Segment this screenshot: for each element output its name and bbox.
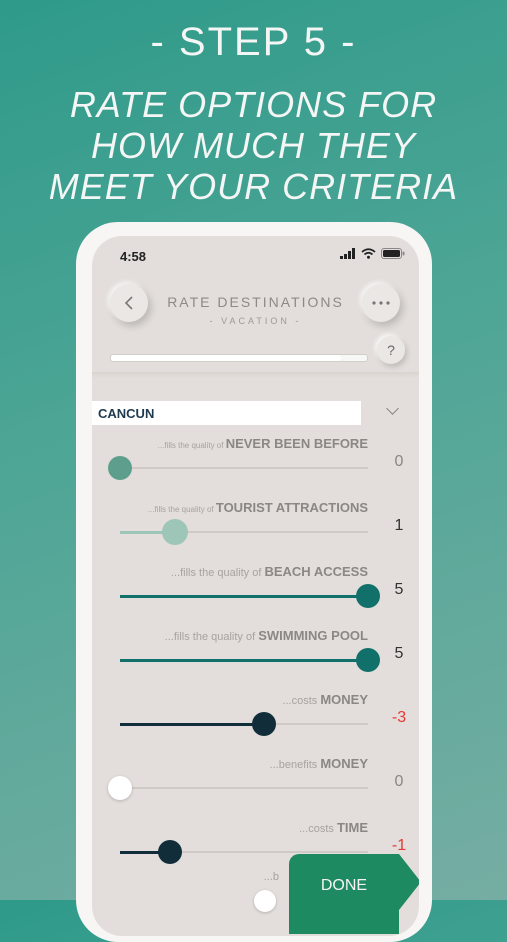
- status-icons: [340, 248, 405, 259]
- criteria-row: ...fills the quality of SWIMMING POOL 5: [92, 628, 419, 692]
- signal-icon: [340, 248, 355, 259]
- chevron-down-icon[interactable]: [386, 402, 399, 415]
- ellipsis-icon: [372, 301, 390, 305]
- promo-step-title: - STEP 5 -: [150, 20, 357, 64]
- slider-track[interactable]: [120, 787, 368, 789]
- rating-value: 5: [394, 581, 404, 598]
- rating-value: -3: [391, 709, 407, 726]
- criteria-label: ...benefits MONEY: [269, 756, 368, 771]
- battery-icon: [381, 248, 405, 259]
- slider-track[interactable]: [120, 659, 368, 662]
- slider-knob[interactable]: [356, 648, 380, 672]
- slider-knob[interactable]: [108, 776, 132, 800]
- rating-value: 1: [394, 517, 404, 534]
- slider-knob[interactable]: [108, 456, 132, 480]
- criteria-label: ...fills the quality of SWIMMING POOL: [164, 628, 368, 643]
- rating-value: 0: [394, 453, 404, 470]
- criteria-row: ...benefits MONEY 0: [92, 756, 419, 820]
- rating-value: 5: [394, 645, 404, 662]
- criteria-row: ...costs MONEY -3: [92, 692, 419, 756]
- slider-track[interactable]: [120, 595, 368, 598]
- criteria-label: ...costs MONEY: [282, 692, 368, 707]
- promo-tagline-line: RATE OPTIONS FOR: [69, 84, 438, 125]
- criteria-label: ...b: [263, 871, 279, 883]
- rating-value: -1: [391, 837, 407, 854]
- criteria-row: ...fills the quality of TOURIST ATTRACTI…: [92, 500, 419, 564]
- slider-knob[interactable]: [161, 519, 188, 545]
- criteria-label: ...costs TIME: [299, 820, 368, 835]
- destination-selector[interactable]: CANCUN: [92, 401, 361, 425]
- header-divider: [92, 372, 419, 378]
- slider-track[interactable]: [120, 531, 368, 534]
- slider-knob[interactable]: [157, 840, 182, 864]
- slider-knob[interactable]: [356, 584, 380, 608]
- promo-tagline-line: MEET YOUR CRITERIA: [48, 166, 459, 207]
- criteria-label: ...fills the quality of TOURIST ATTRACTI…: [147, 500, 368, 515]
- slider-fill: [120, 723, 264, 726]
- progress-bar: [110, 354, 368, 362]
- slider-knob[interactable]: [251, 712, 276, 736]
- criteria-row: ...fills the quality of NEVER BEEN BEFOR…: [92, 436, 419, 500]
- slider-fill: [120, 595, 368, 598]
- slider-knob[interactable]: [254, 890, 276, 912]
- help-button[interactable]: ?: [377, 336, 405, 364]
- criteria-label: ...fills the quality of BEACH ACCESS: [170, 564, 368, 579]
- criteria-row: ...fills the quality of BEACH ACCESS 5: [92, 564, 419, 628]
- slider-track[interactable]: [120, 467, 368, 469]
- promo-tagline-line: HOW MUCH THEY: [91, 125, 416, 166]
- done-button[interactable]: DONE: [289, 854, 399, 934]
- status-time: 4:58: [120, 249, 147, 264]
- app-screen: 4:58 RATE DESTINATIONS - VACATION - ? CA: [92, 236, 419, 936]
- slider-fill: [120, 659, 368, 662]
- more-button[interactable]: [362, 284, 400, 322]
- progress-fill: [111, 355, 342, 361]
- slider-track[interactable]: [120, 723, 368, 726]
- criteria-label: ...fills the quality of NEVER BEEN BEFOR…: [157, 436, 368, 451]
- rating-value: 0: [394, 773, 404, 790]
- promo-tagline: RATE OPTIONS FOR HOW MUCH THEY MEET YOUR…: [0, 84, 507, 207]
- destination-name: CANCUN: [98, 406, 155, 421]
- wifi-icon: [361, 248, 376, 259]
